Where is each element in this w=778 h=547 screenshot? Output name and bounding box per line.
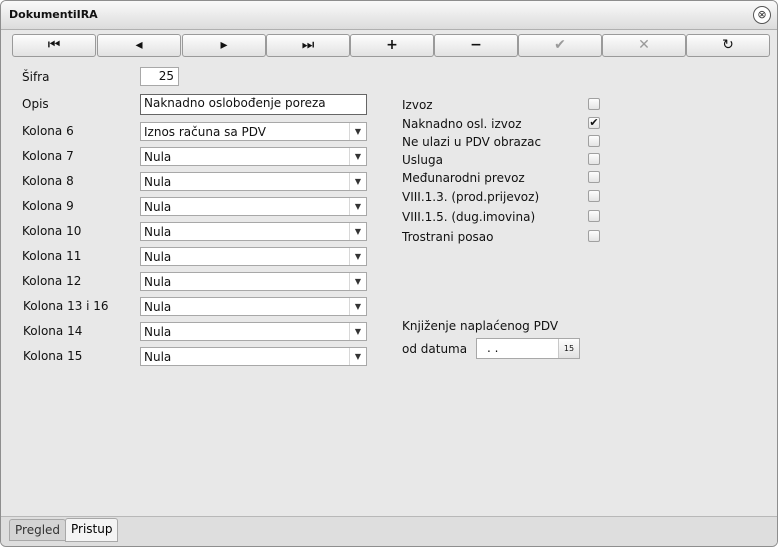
usluga-checkbox[interactable]: [588, 153, 600, 165]
kolona-15-select[interactable]: Nula ▼: [140, 347, 367, 366]
next-record-button[interactable]: ▸: [182, 34, 266, 57]
window-title: DokumentiIRA: [9, 8, 98, 21]
kolona-9-select[interactable]: Nula ▼: [140, 197, 367, 216]
title-bar: DokumentiIRA ⊗: [1, 1, 777, 30]
kolona-13-16-value: Nula: [144, 300, 172, 314]
od-datuma-field[interactable]: . . 15: [476, 338, 580, 359]
chevron-down-icon[interactable]: ▼: [349, 248, 366, 265]
kolona-8-label: Kolona 8: [22, 174, 74, 188]
knjizenje-label: Knjiženje naplaćenog PDV: [402, 319, 559, 333]
kolona-6-select[interactable]: Iznos računa sa PDV ▼: [140, 122, 367, 141]
kolona-6-label: Kolona 6: [22, 124, 74, 138]
izvoz-checkbox[interactable]: [588, 98, 600, 110]
viii-1-5-label: VIII.1.5. (dug.imovina): [402, 210, 536, 224]
kolona-9-value: Nula: [144, 200, 172, 214]
kolona-9-label: Kolona 9: [22, 199, 74, 213]
kolona-14-select[interactable]: Nula ▼: [140, 322, 367, 341]
first-record-button[interactable]: ⏮: [12, 34, 96, 57]
kolona-15-label: Kolona 15: [23, 349, 83, 363]
tab-pregled[interactable]: Pregled: [9, 519, 67, 541]
kolona-13-16-label: Kolona 13 i 16: [23, 299, 109, 313]
od-datuma-value: . .: [487, 341, 499, 355]
kolona-7-select[interactable]: Nula ▼: [140, 147, 367, 166]
close-icon[interactable]: ⊗: [753, 6, 771, 24]
kolona-14-value: Nula: [144, 325, 172, 339]
kolona-12-value: Nula: [144, 275, 172, 289]
naknadno-osl-izvoz-label: Naknadno osl. izvoz: [402, 117, 522, 131]
chevron-down-icon[interactable]: ▼: [349, 298, 366, 315]
navigation-toolbar: ⏮ ◂ ▸ ⏭ + − ✔ ✕ ↻: [12, 34, 770, 57]
checkmark-icon: ✔: [589, 116, 599, 129]
calendar-icon[interactable]: 15: [558, 339, 579, 358]
ne-ulazi-pdv-checkbox[interactable]: [588, 135, 600, 147]
chevron-down-icon[interactable]: ▼: [349, 323, 366, 340]
kolona-7-value: Nula: [144, 150, 172, 164]
od-datuma-label: od datuma: [402, 342, 468, 356]
izvoz-label: Izvoz: [402, 98, 433, 112]
kolona-12-label: Kolona 12: [22, 274, 82, 288]
kolona-12-select[interactable]: Nula ▼: [140, 272, 367, 291]
previous-record-button[interactable]: ◂: [97, 34, 181, 57]
chevron-down-icon[interactable]: ▼: [349, 123, 366, 140]
kolona-10-select[interactable]: Nula ▼: [140, 222, 367, 241]
naknadno-osl-izvoz-checkbox[interactable]: ✔: [588, 117, 600, 129]
tab-bar: Pregled Pristup: [1, 516, 777, 546]
kolona-8-select[interactable]: Nula ▼: [140, 172, 367, 191]
sifra-label: Šifra: [22, 70, 50, 84]
kolona-11-select[interactable]: Nula ▼: [140, 247, 367, 266]
trostrani-posao-checkbox[interactable]: [588, 230, 600, 242]
save-record-button[interactable]: ✔: [518, 34, 602, 57]
ne-ulazi-pdv-label: Ne ulazi u PDV obrazac: [402, 135, 542, 149]
chevron-down-icon[interactable]: ▼: [349, 273, 366, 290]
trostrani-posao-label: Trostrani posao: [402, 230, 494, 244]
medjunarodni-prevoz-checkbox[interactable]: [588, 171, 600, 183]
kolona-10-value: Nula: [144, 225, 172, 239]
sifra-field[interactable]: 25: [140, 67, 179, 86]
chevron-down-icon[interactable]: ▼: [349, 348, 366, 365]
medjunarodni-prevoz-label: Međunarodni prevoz: [402, 171, 525, 185]
opis-field[interactable]: Naknadno oslobođenje poreza: [140, 94, 367, 115]
cancel-edit-button[interactable]: ✕: [602, 34, 686, 57]
opis-label: Opis: [22, 97, 49, 111]
kolona-11-label: Kolona 11: [22, 249, 82, 263]
kolona-13-16-select[interactable]: Nula ▼: [140, 297, 367, 316]
kolona-15-value: Nula: [144, 350, 172, 364]
usluga-label: Usluga: [402, 153, 443, 167]
chevron-down-icon[interactable]: ▼: [349, 173, 366, 190]
delete-record-button[interactable]: −: [434, 34, 518, 57]
chevron-down-icon[interactable]: ▼: [349, 148, 366, 165]
chevron-down-icon[interactable]: ▼: [349, 223, 366, 240]
kolona-6-value: Iznos računa sa PDV: [144, 125, 267, 139]
refresh-button[interactable]: ↻: [686, 34, 770, 57]
kolona-14-label: Kolona 14: [23, 324, 83, 338]
kolona-10-label: Kolona 10: [22, 224, 82, 238]
dokumenti-ira-window: DokumentiIRA ⊗ ⏮ ◂ ▸ ⏭ + − ✔ ✕ ↻ Šifra 2…: [0, 0, 778, 547]
viii-1-3-label: VIII.1.3. (prod.prijevoz): [402, 190, 540, 204]
kolona-7-label: Kolona 7: [22, 149, 74, 163]
viii-1-3-checkbox[interactable]: [588, 190, 600, 202]
add-record-button[interactable]: +: [350, 34, 434, 57]
tab-pristup[interactable]: Pristup: [65, 518, 119, 542]
kolona-8-value: Nula: [144, 175, 172, 189]
last-record-button[interactable]: ⏭: [266, 34, 350, 57]
chevron-down-icon[interactable]: ▼: [349, 198, 366, 215]
kolona-11-value: Nula: [144, 250, 172, 264]
viii-1-5-checkbox[interactable]: [588, 210, 600, 222]
